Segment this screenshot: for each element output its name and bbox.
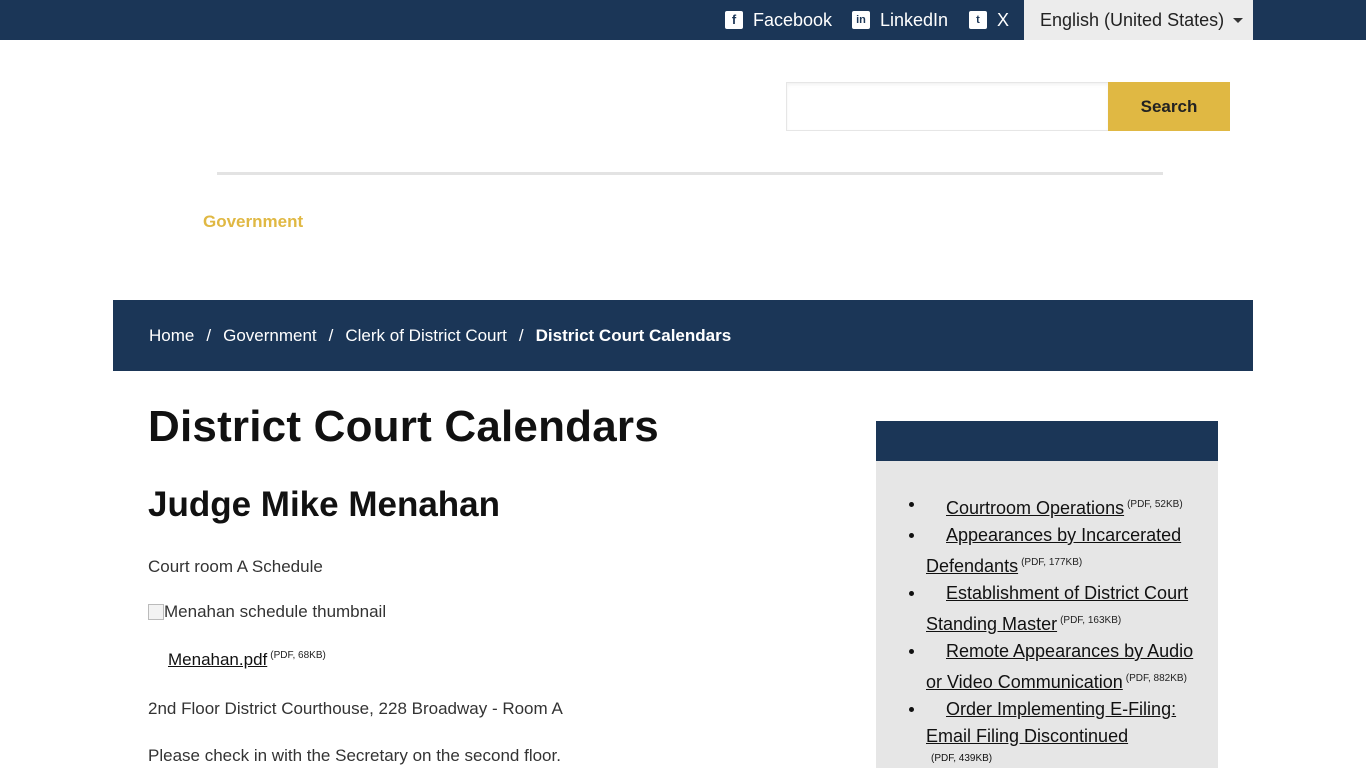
standing-master-link[interactable]: Establishment of District Court Standing… — [926, 583, 1188, 634]
thumbnail-alt-text: Menahan schedule thumbnail — [164, 602, 387, 621]
file-meta: (PDF, 177KB) — [1021, 557, 1083, 568]
language-selector[interactable]: English (United States) — [1024, 0, 1253, 40]
file-meta: (PDF, 439KB) — [931, 753, 993, 764]
twitter-icon: t — [969, 11, 987, 29]
nav-item-government[interactable]: Government — [203, 212, 303, 232]
sidebar-list: Courtroom Operations (PDF, 52KB) Appearan… — [909, 491, 1204, 768]
breadcrumb-separator: / — [206, 325, 212, 345]
file-meta: (PDF, 52KB) — [1127, 499, 1183, 510]
page-title: District Court Calendars — [148, 402, 659, 451]
list-item: Establishment of District Court Standing… — [909, 580, 1204, 638]
x-link[interactable]: t X — [969, 0, 1009, 40]
file-meta: (PDF, 163KB) — [1060, 615, 1122, 626]
broken-image-icon — [148, 604, 164, 620]
breadcrumb-home[interactable]: Home — [149, 326, 194, 346]
schedule-label: Court room A Schedule — [148, 557, 323, 576]
language-label: English (United States) — [1040, 9, 1225, 30]
judge-heading: Judge Mike Menahan — [148, 485, 501, 524]
breadcrumb-clerk[interactable]: Clerk of District Court — [345, 326, 507, 346]
list-item: Order Implementing E-Filing: Email Filin… — [909, 696, 1204, 768]
facebook-icon: f — [725, 11, 743, 29]
file-meta: (PDF, 68KB) — [270, 650, 326, 662]
facebook-link[interactable]: f Facebook — [725, 0, 832, 40]
remote-appearances-link[interactable]: Remote Appearances by Audio or Video Com… — [926, 641, 1193, 692]
header-divider — [217, 172, 1163, 175]
list-item: Appearances by Incarcerated Defendants (P… — [909, 522, 1204, 580]
list-item: Remote Appearances by Audio or Video Com… — [909, 638, 1204, 696]
search-button[interactable]: Search — [1108, 82, 1230, 131]
breadcrumb-government[interactable]: Government — [223, 326, 317, 346]
linkedin-link[interactable]: in LinkedIn — [852, 0, 948, 40]
sidebar-header — [876, 421, 1218, 461]
location-text: 2nd Floor District Courthouse, 228 Broad… — [148, 699, 563, 718]
search-input[interactable] — [786, 82, 1108, 131]
linkedin-label: LinkedIn — [880, 9, 949, 30]
file-meta: (PDF, 882KB) — [1125, 673, 1187, 684]
linkedin-icon: in — [852, 11, 870, 29]
checkin-text: Please check in with the Secretary on th… — [148, 746, 561, 765]
menahan-pdf-link[interactable]: Menahan.pdf — [168, 650, 267, 669]
breadcrumb-separator: / — [518, 325, 524, 345]
list-item: Courtroom Operations (PDF, 52KB) — [909, 491, 1204, 522]
e-filing-order-link[interactable]: Order Implementing E-Filing: Email Filin… — [926, 699, 1176, 746]
facebook-label: Facebook — [753, 9, 833, 30]
incarcerated-defendants-link[interactable]: Appearances by Incarcerated Defendants — [926, 525, 1181, 576]
breadcrumb: Home / Government / Clerk of District Co… — [113, 300, 1253, 371]
x-label: X — [997, 9, 1010, 30]
breadcrumb-current: District Court Calendars — [535, 325, 732, 345]
chevron-down-icon — [1233, 18, 1243, 23]
schedule-thumbnail[interactable]: Menahan schedule thumbnail — [148, 602, 386, 622]
courtroom-operations-link[interactable]: Courtroom Operations — [946, 498, 1124, 518]
breadcrumb-separator: / — [328, 325, 334, 345]
file-item: Menahan.pdf (PDF, 68KB) — [168, 650, 326, 670]
